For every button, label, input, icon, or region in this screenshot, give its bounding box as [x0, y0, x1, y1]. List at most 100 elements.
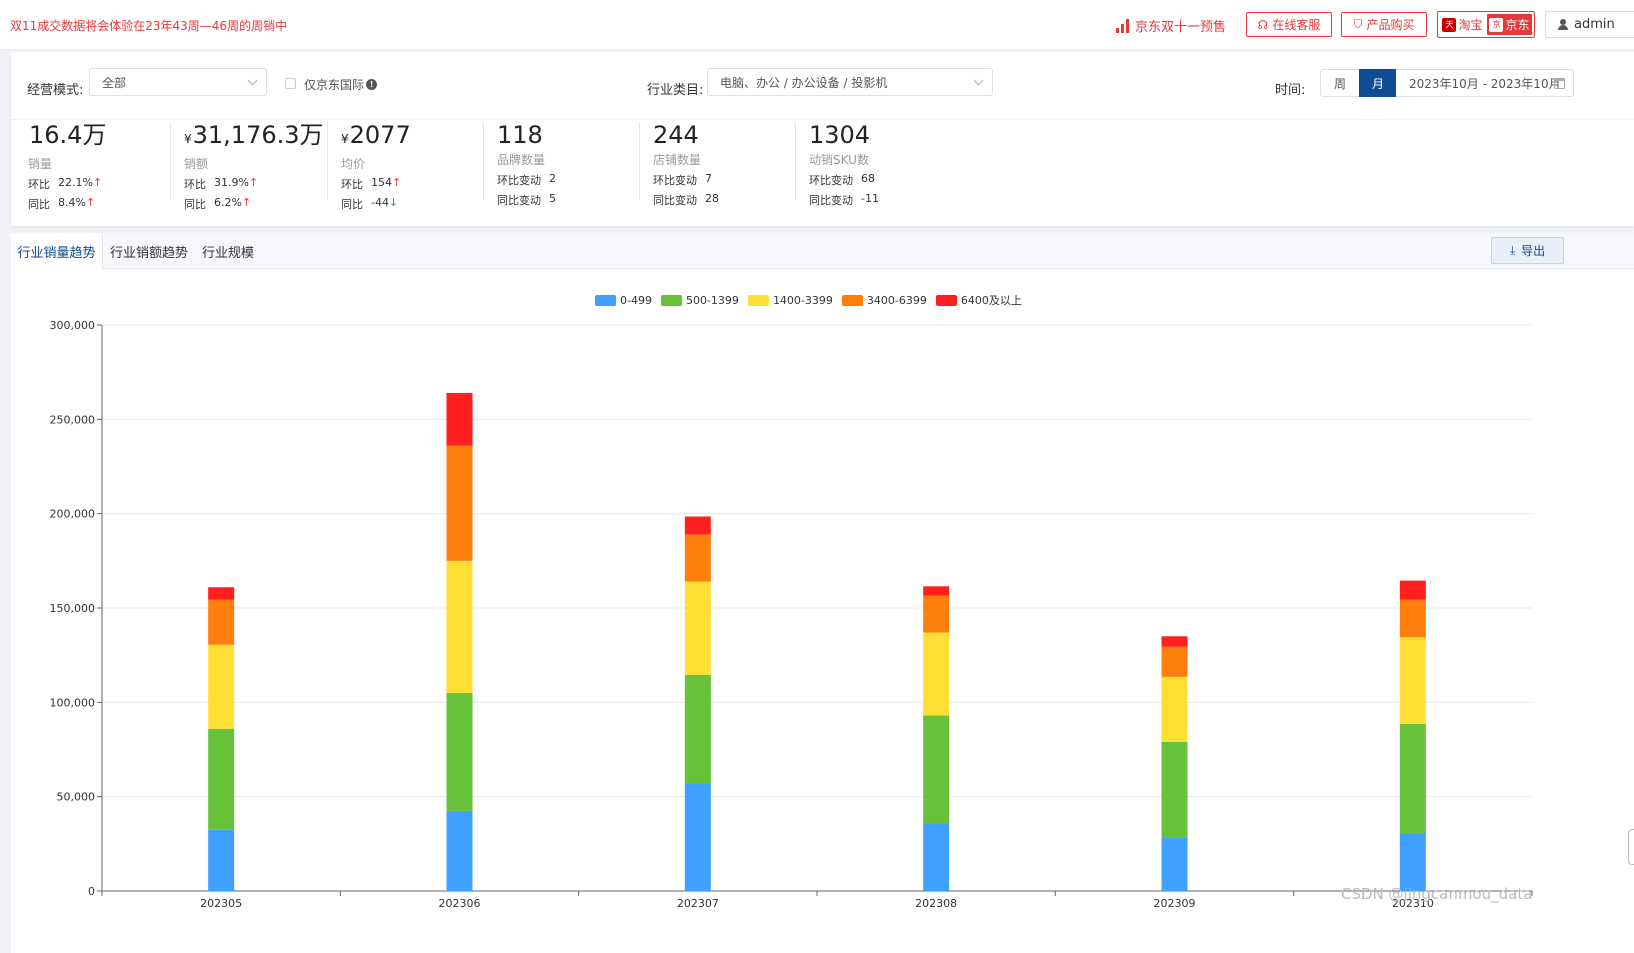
stat-avg-price: ¥2077 均价 环比 154↑ 同比 -44↓	[341, 120, 411, 220]
chart-card: 行业销量趋势 行业销额趋势 行业规模 ⤓ 导出 0-499 500-1399 1…	[11, 233, 1634, 953]
stat-sku-count: 1304 动销SKU数 环比变动 68 同比变动 -11	[809, 120, 879, 220]
divider	[327, 122, 328, 200]
jd-option[interactable]: 京 京东	[1487, 14, 1532, 35]
jd-intl-checkbox[interactable]	[285, 78, 296, 89]
user-menu[interactable]: admin	[1545, 11, 1634, 38]
divider	[170, 122, 171, 200]
stat-value: ¥31,176.3万	[184, 121, 324, 149]
stat-brand-count: 118 品牌数量 环比变动 2 同比变动 5	[497, 120, 556, 220]
taobao-label: 淘宝	[1458, 18, 1483, 32]
jd-logo-icon: 京	[1489, 17, 1504, 32]
stat-yoy: 同比 8.4%↑	[28, 196, 96, 211]
bar-segment	[923, 715, 950, 824]
bar-segment	[1161, 636, 1188, 647]
user-icon	[1558, 19, 1568, 30]
jd-intl-option[interactable]: 仅京东国际 !	[304, 76, 378, 93]
legend-swatch	[935, 294, 957, 306]
stat-sales-volume: 16.4万 销量 环比 22.1%↑ 同比 8.4%↑	[28, 120, 106, 220]
month-toggle[interactable]: 月	[1359, 69, 1397, 97]
bar-segment	[1161, 837, 1188, 891]
business-mode-select[interactable]: 全部	[89, 68, 267, 96]
date-range-value: 2023年10月 - 2023年10月	[1409, 76, 1561, 91]
y-tick-label: 100,000	[50, 696, 96, 709]
stat-label: 均价	[341, 157, 366, 171]
promo-notice: 双11成交数据将会体验在23年43周—46周的周销中	[10, 19, 288, 33]
jd-intl-label: 仅京东国际	[304, 78, 365, 92]
category-label: 行业类目:	[647, 83, 704, 98]
bar-segment	[1399, 599, 1426, 638]
bar-segment	[923, 823, 950, 891]
y-tick-label: 200,000	[50, 508, 96, 521]
bar-segment	[1399, 833, 1426, 891]
legend-item[interactable]: 1400-3399	[747, 292, 833, 308]
tmall-logo-icon: 天	[1442, 17, 1457, 32]
stat-yoy: 同比变动 -11	[809, 192, 879, 207]
arrow-up-icon: ↑	[92, 176, 103, 189]
bar-segment	[1399, 724, 1426, 834]
top-bar: 双11成交数据将会体验在23年43周—46周的周销中 京东双十一预售 ☊ 在线客…	[0, 0, 1634, 50]
online-service-button[interactable]: ☊ 在线客服	[1246, 12, 1332, 37]
legend-item[interactable]: 6400及以上	[935, 292, 1022, 308]
tab-industry-amount-trend[interactable]: 行业销额趋势	[103, 233, 195, 269]
bar-segment	[208, 599, 235, 645]
bar-segment	[446, 810, 473, 891]
bar-segment	[446, 560, 473, 693]
info-icon[interactable]: !	[366, 79, 378, 90]
bar-segment	[1161, 741, 1188, 838]
y-tick-label: 50,000	[57, 791, 96, 804]
bar-segment	[446, 392, 473, 446]
taobao-option[interactable]: 天 淘宝	[1440, 14, 1485, 35]
bar-segment	[446, 445, 473, 561]
stat-value: 118	[497, 121, 543, 149]
jd-presale-link[interactable]: 京东双十一预售	[1116, 16, 1226, 35]
platform-switch[interactable]: 天 淘宝 京 京东	[1437, 11, 1535, 38]
bar-segment	[923, 595, 950, 633]
chevron-down-icon	[247, 75, 258, 86]
bar-segment	[1399, 637, 1426, 725]
filter-stats-panel: 经营模式: 全部 仅京东国际 ! 行业类目: 电脑、办公 / 办公设备 / 投影…	[11, 52, 1634, 226]
y-tick-label: 300,000	[50, 319, 96, 332]
stat-yoy: 同比变动 28	[653, 192, 719, 207]
stat-mom: 环比变动 2	[497, 172, 556, 187]
legend-item[interactable]: 0-499	[595, 292, 652, 308]
side-scroll-handle[interactable]	[1628, 829, 1634, 865]
bar-chart-icon	[1116, 18, 1129, 33]
x-tick-label: 202306	[439, 897, 481, 910]
bar-segment	[923, 586, 950, 596]
week-toggle[interactable]: 周	[1320, 69, 1360, 97]
bar-segment	[684, 581, 711, 675]
tab-industry-volume-trend[interactable]: 行业销量趋势	[11, 233, 103, 270]
legend-item[interactable]: 500-1399	[660, 292, 739, 308]
stat-label: 销额	[184, 157, 209, 171]
export-button[interactable]: ⤓ 导出	[1491, 237, 1564, 264]
business-mode-value: 全部	[102, 75, 127, 90]
bar-segment	[208, 829, 235, 891]
arrow-up-icon: ↑	[392, 176, 402, 189]
chart-legend: 0-499 500-1399 1400-3399 3400-6399 6400及…	[595, 292, 1022, 308]
chart-tabs: 行业销量趋势 行业销额趋势 行业规模 ⤓ 导出	[11, 233, 1634, 270]
category-select[interactable]: 电脑、办公 / 办公设备 / 投影机	[707, 68, 993, 96]
stat-mom: 环比 154↑	[341, 176, 402, 191]
calendar-icon	[1554, 78, 1565, 89]
buy-product-button[interactable]: ⛉ 产品购买	[1341, 12, 1427, 37]
y-tick-label: 0	[88, 885, 95, 898]
tab-industry-scale[interactable]: 行业规模	[195, 233, 261, 269]
stat-mom: 环比变动 7	[653, 172, 712, 187]
time-label: 时间:	[1275, 83, 1306, 98]
legend-item[interactable]: 3400-6399	[841, 292, 927, 308]
date-range-picker[interactable]: 2023年10月 - 2023年10月	[1396, 69, 1574, 97]
y-tick-label: 150,000	[50, 602, 96, 615]
bar-segment	[684, 516, 711, 535]
stat-value: 1304	[809, 121, 871, 149]
divider	[639, 122, 640, 200]
stat-label: 动销SKU数	[809, 153, 869, 167]
headset-icon: ☊	[1257, 17, 1269, 32]
arrow-down-icon: ↓	[388, 196, 399, 209]
chevron-down-icon	[973, 75, 984, 86]
bar-segment	[1161, 646, 1188, 677]
stat-yoy: 同比 6.2%↑	[184, 196, 252, 211]
watermark: CSDN @jingcanmou_data	[1341, 885, 1533, 903]
bar-segment	[208, 644, 235, 729]
stat-yoy: 同比 -44↓	[341, 196, 399, 211]
arrow-up-icon: ↑	[241, 196, 252, 209]
